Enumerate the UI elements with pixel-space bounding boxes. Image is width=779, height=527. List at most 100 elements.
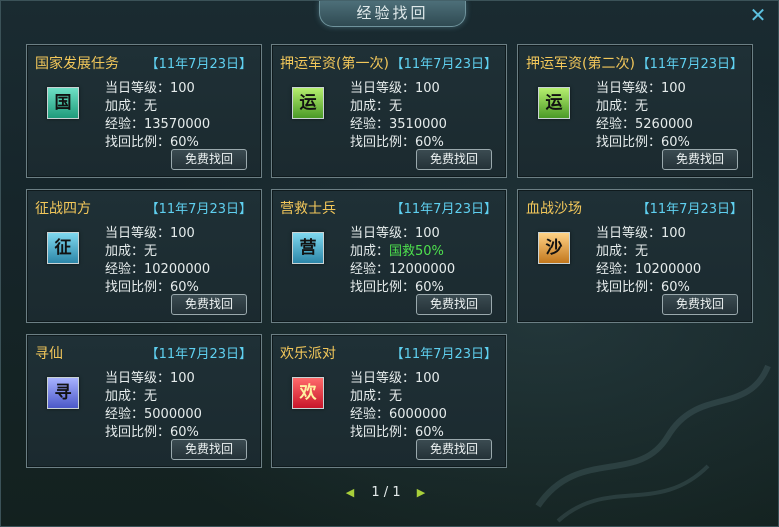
level-label: 当日等级： (350, 81, 416, 96)
activity-date: 【11年7月23日】 (636, 202, 743, 217)
free-recover-button[interactable]: 免费找回 (416, 149, 492, 170)
level-value: 100 (661, 226, 686, 241)
pagination: ◀ 1 / 1 ▶ (1, 485, 779, 503)
exp-label: 经验： (105, 117, 145, 132)
level-label: 当日等级： (596, 226, 662, 241)
bonus-value: 无 (144, 99, 158, 114)
activity-stats: 当日等级：100 加成：无 经验：13570000 找回比例：60% (105, 80, 210, 152)
bonus-value: 国救50% (389, 244, 444, 259)
bonus-value: 无 (635, 244, 649, 259)
bonus-value: 无 (144, 244, 158, 259)
activity-stats: 当日等级：100 加成：无 经验：5260000 找回比例：60% (596, 80, 693, 152)
ratio-label: 找回比例： (105, 425, 171, 440)
level-row: 当日等级：100 (105, 225, 210, 243)
activity-date: 【11年7月23日】 (145, 347, 252, 362)
bonus-value: 无 (144, 389, 158, 404)
window-title: 经验找回 (356, 4, 429, 22)
prev-page-icon[interactable]: ◀ (343, 485, 357, 501)
close-icon[interactable]: ✕ (748, 5, 768, 25)
level-value: 100 (415, 226, 440, 241)
ratio-label: 找回比例： (350, 280, 416, 295)
ratio-value: 60% (415, 425, 444, 440)
next-page-icon[interactable]: ▶ (414, 485, 428, 501)
level-row: 当日等级：100 (105, 370, 202, 388)
ratio-value: 60% (661, 280, 690, 295)
exp-row: 经验：10200000 (596, 261, 701, 279)
exp-label: 经验： (350, 407, 390, 422)
ratio-label: 找回比例： (350, 135, 416, 150)
ratio-value: 60% (170, 425, 199, 440)
activity-stats: 当日等级：100 加成：无 经验：3510000 找回比例：60% (350, 80, 447, 152)
exp-value: 3510000 (389, 117, 447, 132)
activity-stats: 当日等级：100 加成：无 经验：10200000 找回比例：60% (105, 225, 210, 297)
exp-value: 6000000 (389, 407, 447, 422)
activity-icon: 运 (292, 87, 324, 119)
ratio-label: 找回比例： (105, 280, 171, 295)
activity-date: 【11年7月23日】 (145, 57, 252, 72)
activity-icon: 欢 (292, 377, 324, 409)
activity-stats: 当日等级：100 加成：国救50% 经验：12000000 找回比例：60% (350, 225, 455, 297)
activity-name: 国家发展任务 (35, 56, 119, 72)
level-label: 当日等级： (350, 226, 416, 241)
recovery-card: 营救士兵 【11年7月23日】营当日等级：100 加成：国救50% 经验：120000… (271, 189, 507, 323)
level-row: 当日等级：100 (596, 80, 693, 98)
activity-date: 【11年7月23日】 (636, 57, 743, 72)
exp-value: 10200000 (635, 262, 702, 277)
bonus-value: 无 (389, 99, 403, 114)
activity-icon: 寻 (47, 377, 79, 409)
exp-row: 经验：3510000 (350, 116, 447, 134)
bonus-row: 加成：无 (105, 388, 202, 406)
activity-name: 押运军资(第一次) (280, 56, 389, 72)
exp-label: 经验： (596, 117, 636, 132)
bonus-label: 加成： (350, 244, 390, 259)
level-label: 当日等级： (105, 81, 171, 96)
exp-label: 经验： (105, 407, 145, 422)
free-recover-button[interactable]: 免费找回 (171, 149, 247, 170)
activity-stats: 当日等级：100 加成：无 经验：10200000 找回比例：60% (596, 225, 701, 297)
activity-name: 押运军资(第二次) (526, 56, 635, 72)
ratio-value: 60% (415, 135, 444, 150)
level-row: 当日等级：100 (350, 225, 455, 243)
exp-row: 经验：6000000 (350, 406, 447, 424)
activity-date: 【11年7月23日】 (145, 202, 252, 217)
recovery-card: 国家发展任务 【11年7月23日】国当日等级：100 加成：无 经验：13570000… (26, 44, 262, 178)
ratio-value: 60% (661, 135, 690, 150)
exp-value: 12000000 (389, 262, 456, 277)
ratio-label: 找回比例： (105, 135, 171, 150)
ratio-value: 60% (170, 280, 199, 295)
exp-value: 10200000 (144, 262, 211, 277)
bonus-label: 加成： (105, 99, 145, 114)
bonus-row: 加成：无 (596, 243, 701, 261)
activity-icon: 营 (292, 232, 324, 264)
activity-icon: 沙 (538, 232, 570, 264)
recovery-card: 寻仙 【11年7月23日】寻当日等级：100 加成：无 经验：5000000 找回比例：… (26, 334, 262, 468)
window-title-tab: 经验找回 (319, 1, 466, 27)
page-indicator: 1 / 1 (371, 485, 401, 500)
level-label: 当日等级： (105, 371, 171, 386)
activity-icon: 运 (538, 87, 570, 119)
activity-date: 【11年7月23日】 (390, 347, 497, 362)
bonus-label: 加成： (596, 244, 636, 259)
bonus-row: 加成：无 (350, 98, 447, 116)
level-value: 100 (170, 81, 195, 96)
free-recover-button[interactable]: 免费找回 (171, 294, 247, 315)
exp-recovery-window: 经验找回 ✕ 国家发展任务 【11年7月23日】国当日等级：100 加成：无 经验：1… (0, 0, 779, 527)
level-row: 当日等级：100 (105, 80, 210, 98)
bonus-label: 加成： (105, 389, 145, 404)
level-row: 当日等级：100 (350, 370, 447, 388)
free-recover-button[interactable]: 免费找回 (171, 439, 247, 460)
free-recover-button[interactable]: 免费找回 (662, 149, 738, 170)
free-recover-button[interactable]: 免费找回 (416, 439, 492, 460)
exp-label: 经验： (350, 117, 390, 132)
free-recover-button[interactable]: 免费找回 (662, 294, 738, 315)
bonus-row: 加成：无 (105, 98, 210, 116)
free-recover-button[interactable]: 免费找回 (416, 294, 492, 315)
bonus-label: 加成： (105, 244, 145, 259)
recovery-card: 血战沙场 【11年7月23日】沙当日等级：100 加成：无 经验：10200000 找回… (517, 189, 753, 323)
exp-row: 经验：5260000 (596, 116, 693, 134)
activity-stats: 当日等级：100 加成：无 经验：5000000 找回比例：60% (105, 370, 202, 442)
level-label: 当日等级： (596, 81, 662, 96)
level-value: 100 (415, 81, 440, 96)
exp-value: 5000000 (144, 407, 202, 422)
activity-date: 【11年7月23日】 (390, 57, 497, 72)
